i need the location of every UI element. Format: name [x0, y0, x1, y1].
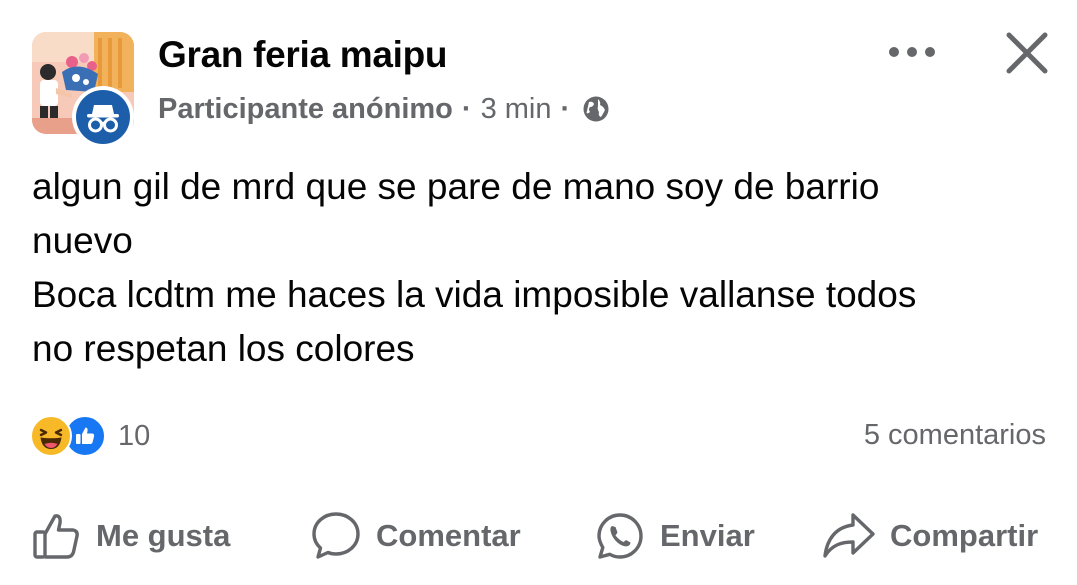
- comment-label: Comentar: [376, 518, 521, 553]
- thumbs-up-icon: [32, 511, 82, 561]
- reaction-count: 10: [118, 419, 151, 452]
- anonymous-badge: [72, 86, 134, 148]
- close-button[interactable]: [998, 24, 1056, 82]
- post-text-line: no respetan los colores: [32, 328, 415, 369]
- globe-icon[interactable]: [581, 94, 611, 124]
- send-label: Enviar: [660, 518, 755, 553]
- comments-count[interactable]: 5 comentarios: [864, 419, 1046, 452]
- more-options-button[interactable]: [882, 32, 942, 72]
- incognito-icon: [87, 105, 119, 133]
- post-text-line: nuevo: [32, 220, 133, 261]
- share-button[interactable]: Compartir: [822, 508, 1038, 564]
- comment-button[interactable]: Comentar: [310, 508, 521, 564]
- share-label: Compartir: [890, 518, 1039, 553]
- like-button[interactable]: Me gusta: [32, 508, 230, 564]
- whatsapp-icon: [594, 510, 646, 562]
- meta-separator: ·: [560, 92, 571, 125]
- reactions-summary[interactable]: 10: [30, 414, 150, 458]
- meta-separator: ·: [461, 92, 472, 125]
- group-avatar[interactable]: [32, 32, 134, 148]
- haha-reaction-icon: [30, 415, 72, 457]
- author-name[interactable]: Participante anónimo: [158, 93, 453, 126]
- post-text-line: Boca lcdtm me haces la vida imposible va…: [32, 274, 917, 315]
- post-text: algun gil de mrd que se pare de mano soy…: [32, 160, 1052, 376]
- post-text-line: algun gil de mrd que se pare de mano soy…: [32, 166, 880, 207]
- close-icon: [1006, 32, 1048, 74]
- post-timestamp[interactable]: 3 min: [481, 93, 552, 126]
- more-options-icon: [889, 47, 935, 57]
- group-name[interactable]: Gran feria maipu: [158, 34, 448, 76]
- speech-bubble-icon: [310, 510, 362, 562]
- send-button[interactable]: Enviar: [594, 508, 755, 564]
- post-meta: Participante anónimo · 3 min ·: [158, 90, 611, 128]
- share-arrow-icon: [822, 511, 876, 561]
- like-label: Me gusta: [96, 518, 231, 553]
